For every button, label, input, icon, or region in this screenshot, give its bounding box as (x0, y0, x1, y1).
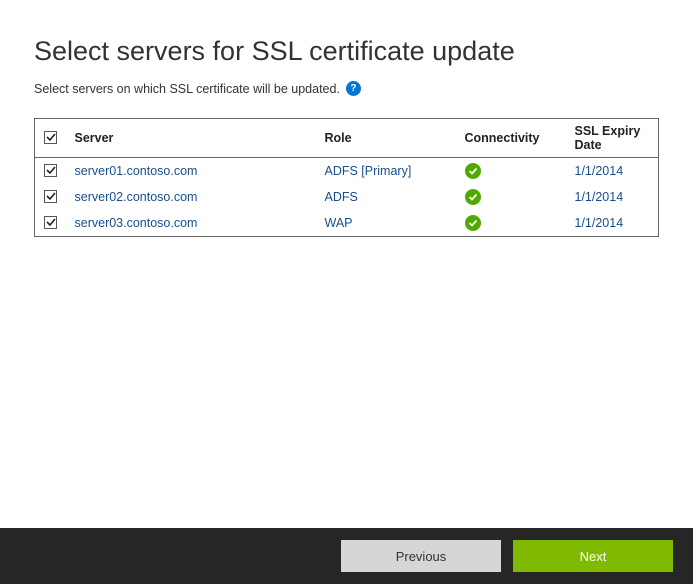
page-subtitle: Select servers on which SSL certificate … (34, 81, 659, 96)
expiry-cell: 1/1/2014 (567, 210, 659, 237)
col-connectivity: Connectivity (457, 119, 567, 158)
status-ok-icon (465, 215, 481, 231)
servers-table: Server Role Connectivity SSL Expiry Date… (34, 118, 659, 237)
help-icon[interactable]: ? (346, 81, 361, 96)
expiry-cell: 1/1/2014 (567, 184, 659, 210)
expiry-cell: 1/1/2014 (567, 158, 659, 185)
role-cell: ADFS (317, 184, 457, 210)
col-role: Role (317, 119, 457, 158)
previous-button[interactable]: Previous (341, 540, 501, 572)
subtitle-text: Select servers on which SSL certificate … (34, 82, 340, 96)
page-title: Select servers for SSL certificate updat… (34, 36, 659, 67)
select-all-checkbox[interactable] (44, 131, 57, 144)
table-header-row: Server Role Connectivity SSL Expiry Date (35, 119, 659, 158)
status-ok-icon (465, 163, 481, 179)
role-cell: WAP (317, 210, 457, 237)
row-checkbox[interactable] (44, 216, 57, 229)
next-button[interactable]: Next (513, 540, 673, 572)
table-row: server03.contoso.com WAP 1/1/2014 (35, 210, 659, 237)
table-row: server02.contoso.com ADFS 1/1/2014 (35, 184, 659, 210)
col-server: Server (67, 119, 317, 158)
wizard-footer: Previous Next (0, 528, 693, 584)
status-ok-icon (465, 189, 481, 205)
server-cell: server02.contoso.com (67, 184, 317, 210)
table-row: server01.contoso.com ADFS [Primary] 1/1/… (35, 158, 659, 185)
row-checkbox[interactable] (44, 164, 57, 177)
server-cell: server01.contoso.com (67, 158, 317, 185)
col-expiry: SSL Expiry Date (567, 119, 659, 158)
role-cell: ADFS [Primary] (317, 158, 457, 185)
server-cell: server03.contoso.com (67, 210, 317, 237)
row-checkbox[interactable] (44, 190, 57, 203)
